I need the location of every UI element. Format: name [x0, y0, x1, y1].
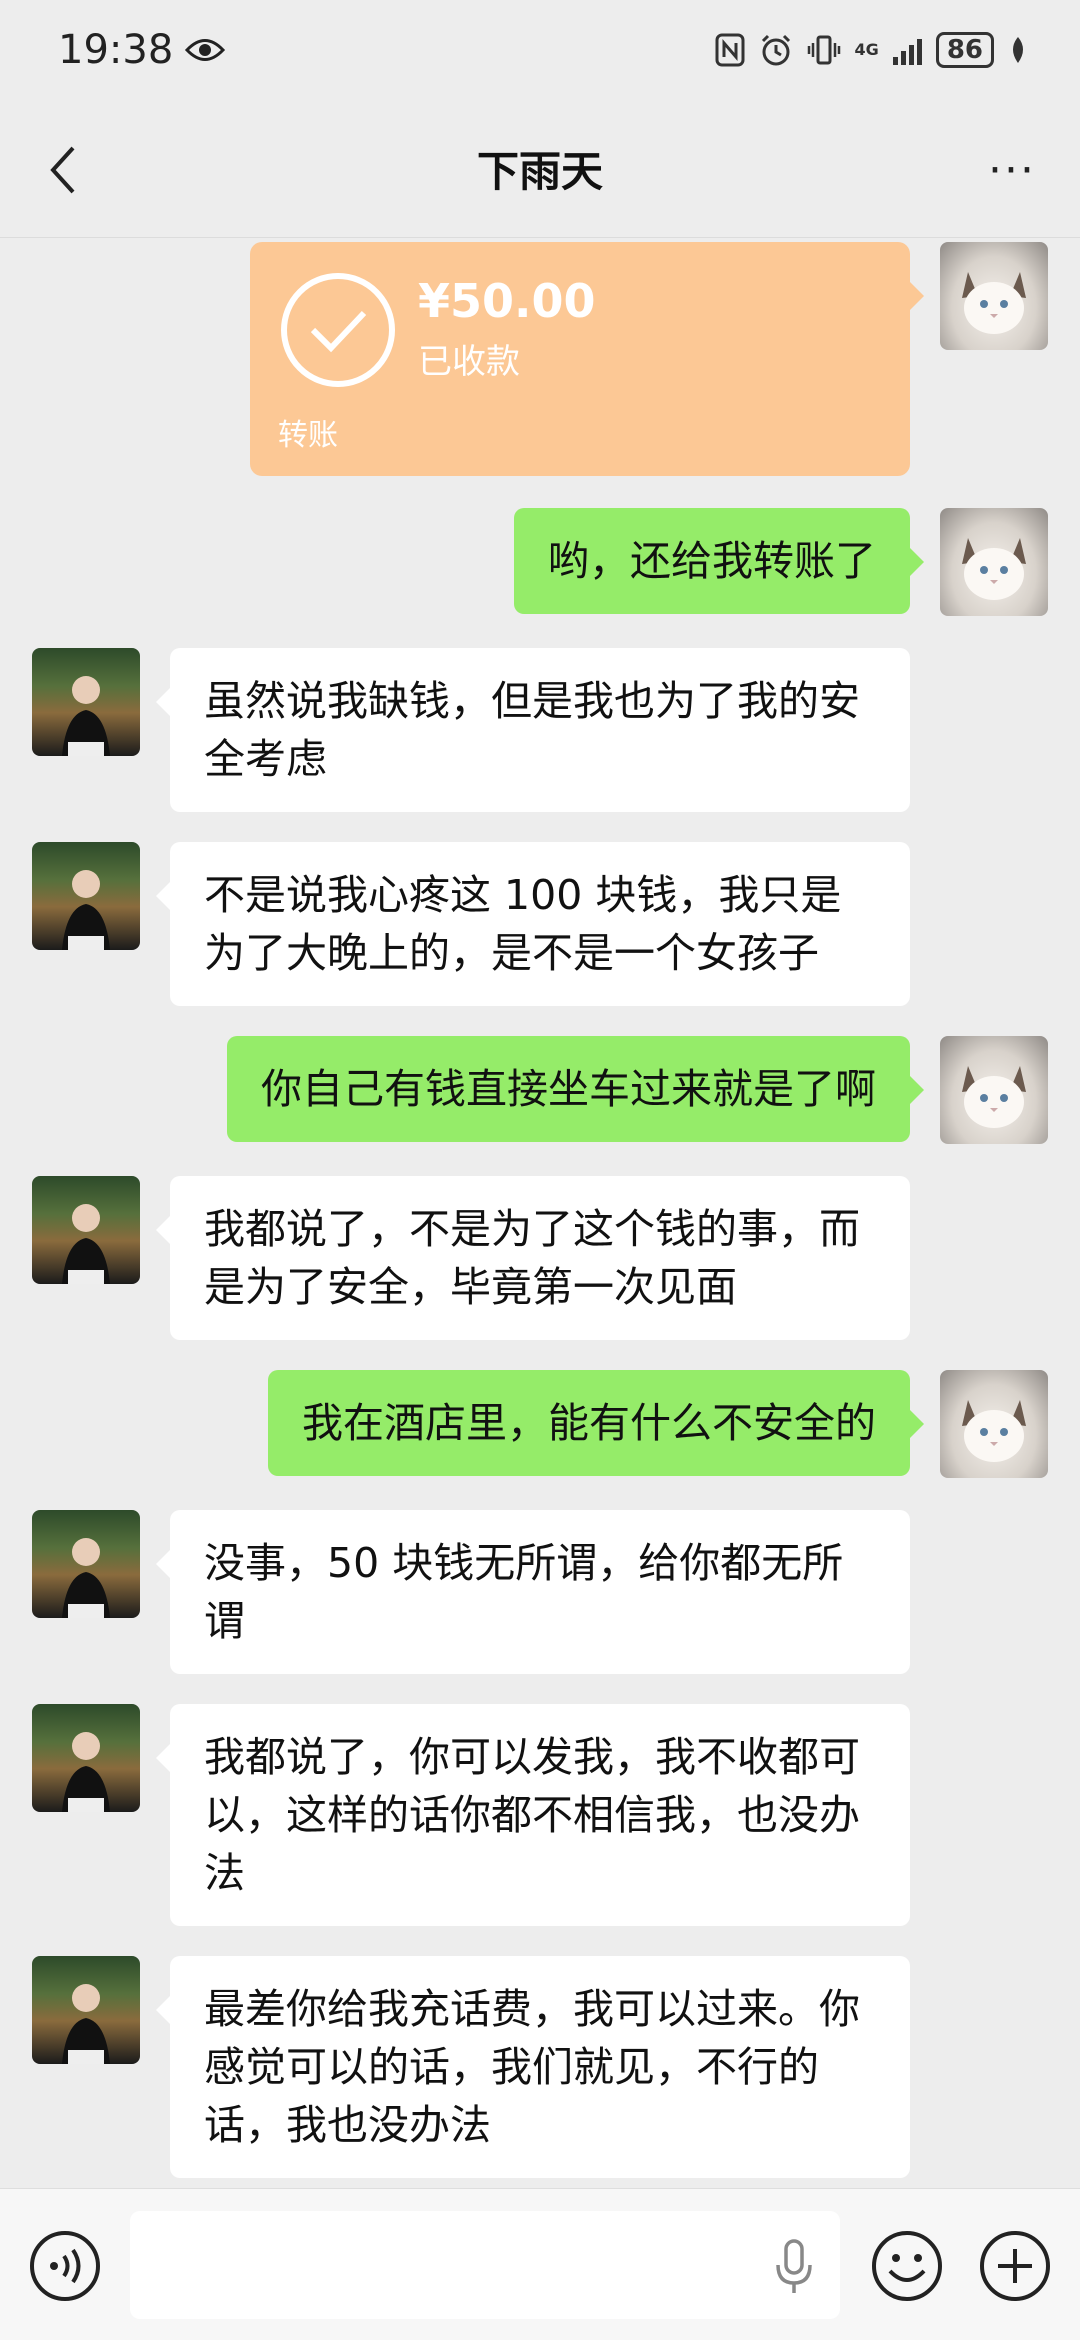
avatar-self[interactable]	[940, 508, 1048, 616]
plus-icon[interactable]	[978, 2229, 1052, 2303]
network-type: 4G	[854, 40, 879, 59]
transfer-status: 已收款	[418, 342, 520, 382]
message-bubble-incoming[interactable]: 虽然说我缺钱，但是我也为了我的安全考虑	[156, 648, 910, 812]
signal-icon	[892, 35, 922, 65]
message-bubble-incoming[interactable]: 没事，50 块钱无所谓，给你都无所谓	[156, 1510, 910, 1674]
more-button[interactable]: ···	[982, 140, 1042, 200]
status-bar: 19:38 4G 86	[0, 0, 1080, 100]
status-time: 19:38	[58, 27, 174, 73]
message-bubble-outgoing[interactable]: 我在酒店里，能有什么不安全的	[268, 1370, 924, 1476]
contact-avatar-icon	[62, 1204, 110, 1284]
nfc-icon	[715, 33, 745, 67]
chevron-left-icon	[50, 146, 75, 194]
status-right: 4G 86	[715, 32, 1028, 68]
avatar-contact[interactable]	[32, 648, 140, 756]
check-circle-icon	[281, 273, 395, 387]
avatar-contact[interactable]	[32, 1176, 140, 1284]
microphone-icon[interactable]	[770, 2237, 818, 2297]
message-bubble-outgoing[interactable]: 你自己有钱直接坐车过来就是了啊	[227, 1036, 924, 1142]
eye-icon	[185, 39, 226, 61]
cat-avatar-icon	[962, 1066, 1026, 1128]
vibrate-icon	[807, 35, 840, 65]
battery-indicator: 86	[935, 32, 994, 68]
transfer-amount: ¥50.00	[418, 274, 596, 328]
cat-avatar-icon	[962, 1400, 1026, 1462]
chat-title: 下雨天	[476, 147, 603, 196]
transfer-card[interactable]: ¥50.00 已收款 转账	[250, 242, 924, 476]
avatar-self[interactable]	[940, 1370, 1048, 1478]
avatar-contact[interactable]	[32, 1956, 140, 2064]
cat-avatar-icon	[962, 272, 1026, 334]
back-button[interactable]	[38, 140, 88, 200]
avatar-self[interactable]	[940, 1036, 1048, 1144]
chat-input-bar	[0, 2188, 1080, 2340]
avatar-self[interactable]	[940, 242, 1048, 350]
avatar-contact[interactable]	[32, 1704, 140, 1812]
avatar-contact[interactable]	[32, 842, 140, 950]
message-bubble-outgoing[interactable]: 哟，还给我转账了	[514, 508, 924, 614]
voice-mode-icon[interactable]	[28, 2229, 102, 2303]
avatar-contact[interactable]	[32, 1510, 140, 1618]
contact-avatar-icon	[62, 1732, 110, 1812]
leaf-icon	[1013, 37, 1023, 63]
message-bubble-incoming[interactable]: 我都说了，你可以发我，我不收都可以，这样的话你都不相信我，也没办法	[156, 1704, 910, 1926]
message-bubble-incoming[interactable]: 我都说了，不是为了这个钱的事，而是为了安全，毕竟第一次见面	[156, 1176, 910, 1340]
emoji-icon[interactable]	[870, 2229, 944, 2303]
transfer-label: 转账	[278, 418, 338, 453]
message-input[interactable]	[130, 2211, 840, 2319]
cat-avatar-icon	[962, 538, 1026, 600]
chat-header: 下雨天 ···	[0, 100, 1080, 238]
alarm-icon	[761, 34, 790, 66]
contact-avatar-icon	[62, 870, 110, 950]
message-bubble-incoming[interactable]: 最差你给我充话费，我可以过来。你感觉可以的话，我们就见，不行的话，我也没办法	[156, 1956, 910, 2178]
contact-avatar-icon	[62, 1538, 110, 1618]
contact-avatar-icon	[62, 676, 110, 756]
contact-avatar-icon	[62, 1984, 110, 2064]
message-bubble-incoming[interactable]: 不是说我心疼这 100 块钱，我只是为了大晚上的，是不是一个女孩子	[156, 842, 910, 1006]
status-left: 19:38	[58, 27, 226, 73]
